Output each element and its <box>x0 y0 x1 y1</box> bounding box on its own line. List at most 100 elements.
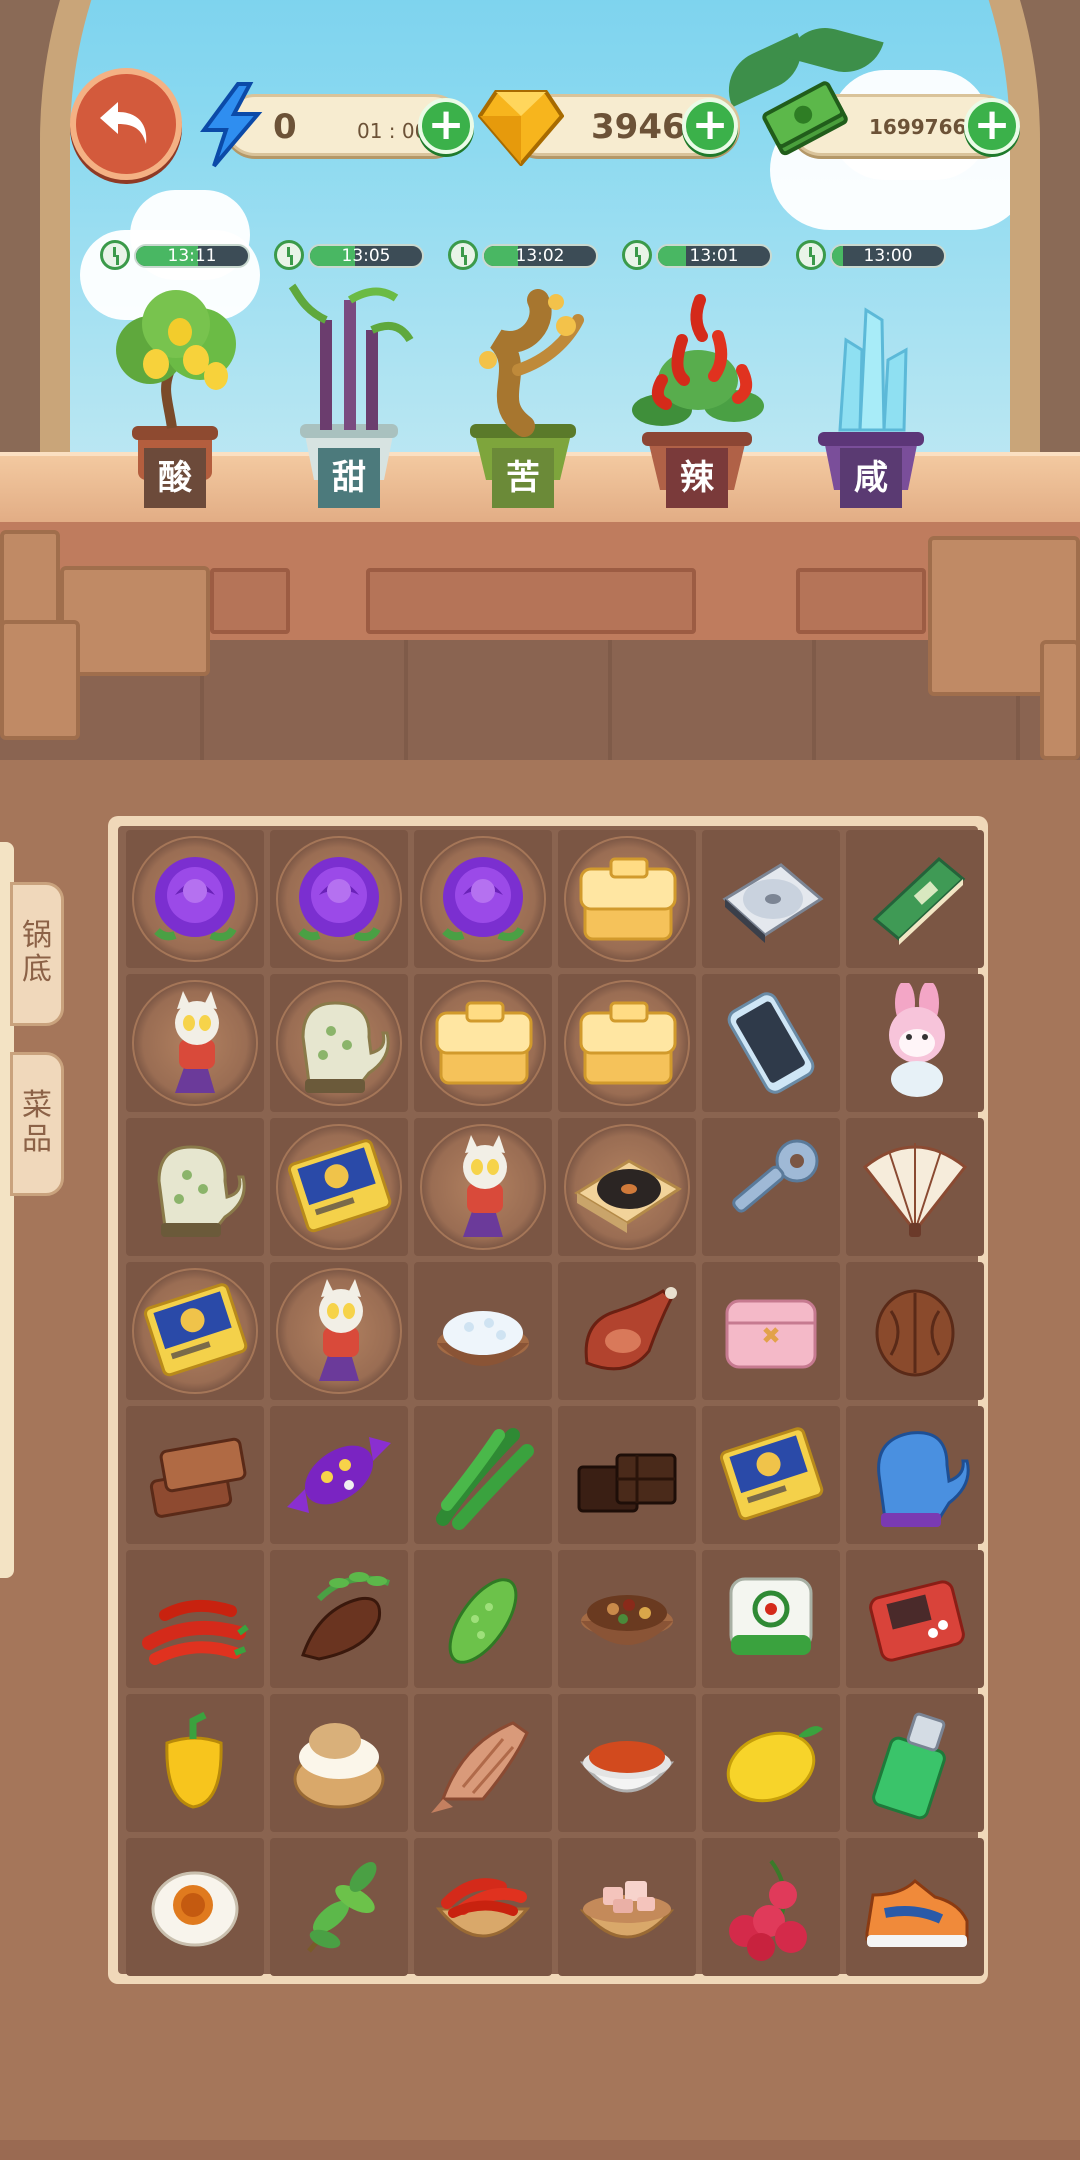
green-chilies-icon <box>436 1428 534 1530</box>
flavor-label: 甜 <box>318 448 380 508</box>
board-cell[interactable] <box>846 830 984 968</box>
board-cell[interactable] <box>126 974 264 1112</box>
board-cell[interactable] <box>270 1406 408 1544</box>
flavor-label: 辣 <box>666 448 728 508</box>
plant-timer: 13:11 <box>100 240 250 270</box>
lemon-icon <box>726 1726 823 1803</box>
board-cell[interactable] <box>702 1262 840 1400</box>
board-cell[interactable] <box>126 1118 264 1256</box>
board-cell[interactable] <box>126 1838 264 1976</box>
butter-box-icon <box>435 1001 533 1085</box>
purple-candy-icon <box>287 1437 391 1513</box>
lighter-icon <box>872 1712 946 1820</box>
timer-text: 13:11 <box>167 246 217 266</box>
board-cell[interactable] <box>558 830 696 968</box>
plant-timer: 13:01 <box>622 240 772 270</box>
spice-bowl-icon <box>581 1595 673 1645</box>
board-cell[interactable] <box>414 1550 552 1688</box>
lightning-icon <box>200 82 263 168</box>
purple-rose-icon <box>442 857 525 941</box>
board-cell[interactable] <box>414 1694 552 1832</box>
hero-figure-icon <box>175 991 219 1093</box>
board-cell[interactable] <box>270 1262 408 1400</box>
board-cell[interactable] <box>558 1262 696 1400</box>
pink-wallet-icon <box>725 1299 817 1369</box>
board-cell[interactable] <box>702 1694 840 1832</box>
board-cell[interactable] <box>414 1838 552 1976</box>
board-cell[interactable] <box>270 1694 408 1832</box>
yellow-pepper-icon <box>165 1711 223 1809</box>
merge-board <box>108 816 988 1984</box>
board-cell[interactable] <box>126 1262 264 1400</box>
board-cell[interactable] <box>846 1406 984 1544</box>
board-cell[interactable] <box>126 1406 264 1544</box>
board-cell[interactable] <box>846 1262 984 1400</box>
hero-figure-icon <box>319 1279 363 1381</box>
chili-basket-icon <box>435 1878 531 1938</box>
trading-card-icon <box>143 1283 248 1377</box>
flavor-label: 苦 <box>492 448 554 508</box>
add-cash-button[interactable]: + <box>964 98 1020 154</box>
board-cell[interactable] <box>414 974 552 1112</box>
board-cell[interactable] <box>846 1838 984 1976</box>
back-button[interactable] <box>70 68 182 180</box>
flavor-label: 酸 <box>144 448 206 508</box>
board-cell[interactable] <box>702 1550 840 1688</box>
red-chilies-icon <box>142 1599 249 1665</box>
crate <box>60 566 210 676</box>
board-cell[interactable] <box>414 830 552 968</box>
board-cell[interactable] <box>558 1838 696 1976</box>
board-cell[interactable] <box>126 1550 264 1688</box>
add-gems-button[interactable]: + <box>682 98 738 154</box>
add-energy-button[interactable]: + <box>418 98 474 154</box>
board-cell[interactable] <box>126 1694 264 1832</box>
board-cell[interactable] <box>846 1550 984 1688</box>
timer-bar: 13:11 <box>134 244 250 268</box>
salt-bowl-icon <box>437 1311 529 1366</box>
dried-fish-icon <box>431 1721 529 1813</box>
plant-timer: 13:05 <box>274 240 424 270</box>
board-cell[interactable] <box>414 1406 552 1544</box>
timer-text: 13:05 <box>341 246 391 266</box>
salted-egg-icon <box>151 1871 239 1947</box>
board-cell[interactable] <box>414 1262 552 1400</box>
board-cell[interactable] <box>558 1406 696 1544</box>
board-cell[interactable] <box>702 1838 840 1976</box>
board-cell[interactable] <box>414 1118 552 1256</box>
board-cell[interactable] <box>270 974 408 1112</box>
green-notebook-icon <box>872 856 966 945</box>
board-cell[interactable] <box>270 1838 408 1976</box>
board-cell[interactable] <box>558 974 696 1112</box>
cream-puff-icon <box>293 1723 385 1809</box>
board-cell[interactable] <box>558 1694 696 1832</box>
board-cell[interactable] <box>846 1118 984 1256</box>
timer-text: 13:01 <box>689 246 739 266</box>
lychee-icon <box>729 1859 807 1961</box>
board-cell[interactable] <box>270 1118 408 1256</box>
clock-icon <box>274 240 304 270</box>
pink-bunny-toy-icon <box>889 983 945 1097</box>
board-cell[interactable] <box>558 1550 696 1688</box>
walnut-icon <box>875 1289 955 1377</box>
purple-rose-icon <box>298 857 381 941</box>
board-cell[interactable] <box>270 1550 408 1688</box>
board-cell[interactable] <box>702 830 840 968</box>
sneaker-icon <box>865 1878 969 1947</box>
cd-case-icon <box>722 863 824 943</box>
clock-icon <box>622 240 652 270</box>
board-cell[interactable] <box>846 974 984 1112</box>
board-cell[interactable] <box>558 1118 696 1256</box>
clock-icon <box>796 240 826 270</box>
board-cell[interactable] <box>846 1694 984 1832</box>
tab-pot-base[interactable]: 锅底 <box>10 882 64 1026</box>
board-cell[interactable] <box>702 1406 840 1544</box>
board-cell[interactable] <box>270 830 408 968</box>
tab-dishes[interactable]: 菜品 <box>10 1052 64 1196</box>
board-cell[interactable] <box>702 974 840 1112</box>
plant-timer: 13:00 <box>796 240 946 270</box>
toast-slices-icon <box>149 1437 247 1518</box>
energy-value: 0 <box>273 107 297 147</box>
board-cell[interactable] <box>126 830 264 968</box>
key-icon <box>732 1139 819 1213</box>
board-cell[interactable] <box>702 1118 840 1256</box>
